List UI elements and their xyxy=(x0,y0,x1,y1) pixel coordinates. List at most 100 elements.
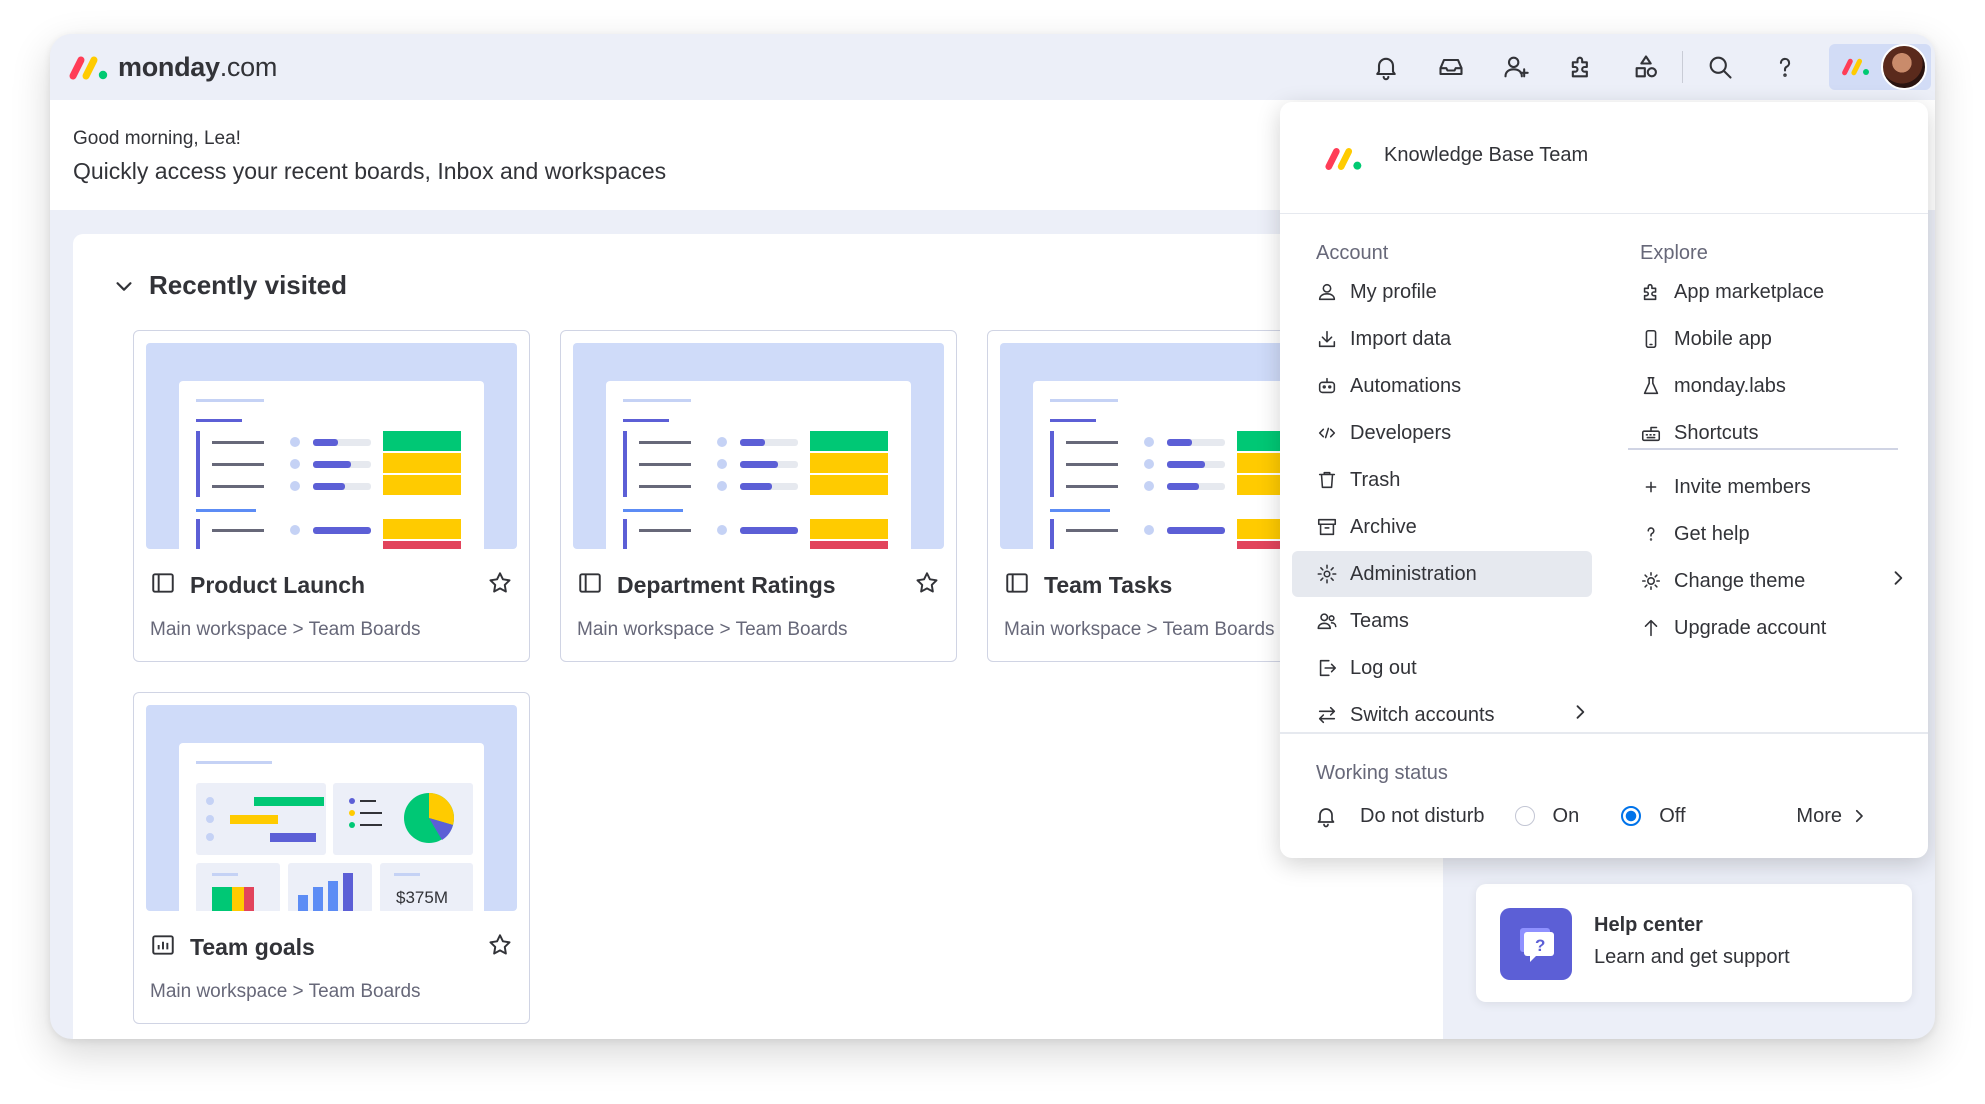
monday-logo[interactable]: monday.com xyxy=(68,52,277,83)
integrations-button[interactable] xyxy=(1548,34,1613,100)
dashboard-thumbnail: $375M xyxy=(146,705,517,911)
board-icon xyxy=(1004,570,1030,601)
help-center-icon: ? xyxy=(1500,908,1572,980)
menu-item-label: App marketplace xyxy=(1674,280,1825,303)
menu-item-label: My profile xyxy=(1350,280,1437,303)
menu-divider xyxy=(1280,732,1928,734)
team-icon xyxy=(1316,610,1350,632)
menu-item-automations[interactable]: Automations xyxy=(1304,363,1604,409)
card-path: Main workspace > Team Boards xyxy=(577,619,848,640)
monday-logo-icon xyxy=(69,56,108,79)
robot-icon xyxy=(1316,375,1350,397)
card-path: Main workspace > Team Boards xyxy=(150,619,421,640)
menu-item-trash[interactable]: Trash xyxy=(1304,457,1604,503)
working-status-row: Do not disturb On Off More xyxy=(1314,796,1904,836)
explore-section-title: Explore xyxy=(1640,242,1708,264)
board-icon xyxy=(577,570,603,601)
more-label: More xyxy=(1796,804,1842,827)
dashboard-preview-icon: $375M xyxy=(179,743,484,911)
apps-button[interactable] xyxy=(1613,34,1678,100)
menu-item-label: Mobile app xyxy=(1674,327,1772,350)
star-icon[interactable] xyxy=(487,932,513,963)
menu-item-label: Automations xyxy=(1350,374,1462,397)
dnd-off-label[interactable]: Off xyxy=(1659,805,1685,828)
code-icon xyxy=(1316,422,1350,444)
help-center-subtitle: Learn and get support xyxy=(1594,946,1790,968)
menu-item-upgrade-account[interactable]: Upgrade account xyxy=(1628,605,1908,651)
inbox-button[interactable] xyxy=(1418,34,1483,100)
greeting-subtitle: Quickly access your recent boards, Inbox… xyxy=(73,158,667,184)
notifications-button[interactable] xyxy=(1353,34,1418,100)
menu-item-mobile-app[interactable]: Mobile app xyxy=(1628,316,1908,362)
team-logo-icon xyxy=(1325,148,1362,170)
menu-item-label: Developers xyxy=(1350,421,1452,444)
trash-icon xyxy=(1316,469,1350,491)
app-window: monday.com Good morning, Lea! Quickly ac… xyxy=(50,34,1935,1039)
board-card[interactable]: Department Ratings Main workspace > Team… xyxy=(560,330,957,662)
menu-item-label: Get help xyxy=(1674,522,1750,545)
board-card[interactable]: Product Launch Main workspace > Team Boa… xyxy=(133,330,530,662)
recently-visited-header[interactable]: Recently visited xyxy=(113,270,347,301)
monday-small-logo-icon xyxy=(1842,58,1869,76)
add-user-icon xyxy=(1503,56,1529,78)
menu-item-change-theme[interactable]: Change theme xyxy=(1628,558,1908,604)
board-thumbnail xyxy=(146,343,517,549)
chevron-down-icon xyxy=(116,281,132,291)
dnd-off-radio[interactable] xyxy=(1621,806,1642,826)
board-card[interactable]: $375M Team goals Main workspace > Team B… xyxy=(133,692,530,1024)
menu-item-app-marketplace[interactable]: App marketplace xyxy=(1628,269,1908,315)
card-title-row: Department Ratings xyxy=(577,569,940,601)
menu-item-log-out[interactable]: Log out xyxy=(1304,645,1604,691)
bell-icon xyxy=(1317,808,1335,828)
account-section-title: Account xyxy=(1316,242,1389,264)
section-title: Recently visited xyxy=(149,270,347,300)
search-icon xyxy=(1709,56,1732,79)
board-preview-icon xyxy=(606,381,911,549)
account-menu-button[interactable] xyxy=(1829,44,1931,90)
menu-item-teams[interactable]: Teams xyxy=(1304,598,1604,644)
search-button[interactable] xyxy=(1687,34,1752,100)
menu-item-label: monday.labs xyxy=(1674,374,1786,397)
help-center-title: Help center xyxy=(1594,914,1703,936)
menu-item-monday-labs[interactable]: monday.labs xyxy=(1628,363,1908,409)
help-button[interactable] xyxy=(1752,34,1817,100)
menu-item-label: Upgrade account xyxy=(1674,616,1827,639)
archive-icon xyxy=(1316,516,1350,538)
arrow-up-icon xyxy=(1640,617,1674,639)
sun-icon xyxy=(1640,570,1674,592)
menu-item-administration[interactable]: Administration xyxy=(1292,551,1592,597)
menu-item-label: Invite members xyxy=(1674,475,1811,498)
card-title: Product Launch xyxy=(190,571,366,598)
board-icon xyxy=(150,570,176,601)
top-bar-divider xyxy=(1682,51,1683,83)
menu-item-get-help[interactable]: Get help xyxy=(1628,511,1908,557)
dnd-on-label[interactable]: On xyxy=(1553,805,1580,828)
card-title-row: Team goals xyxy=(150,931,513,963)
star-icon[interactable] xyxy=(487,570,513,601)
menu-item-archive[interactable]: Archive xyxy=(1304,504,1604,550)
star-icon[interactable] xyxy=(914,570,940,601)
main-panel: Recently visited Product Launch Main wor… xyxy=(73,234,1443,1039)
help-center-card[interactable]: ? Help center Learn and get support xyxy=(1476,884,1912,1002)
menu-item-import-data[interactable]: Import data xyxy=(1304,316,1604,362)
menu-item-my-profile[interactable]: My profile xyxy=(1304,269,1604,315)
more-button[interactable]: More xyxy=(1796,805,1868,828)
greeting-text: Good morning, Lea! xyxy=(73,128,241,149)
menu-item-label: Shortcuts xyxy=(1674,421,1759,444)
invite-button[interactable] xyxy=(1483,34,1548,100)
board-preview-icon xyxy=(179,381,484,549)
mobile-icon xyxy=(1640,328,1674,350)
dnd-on-radio[interactable] xyxy=(1514,806,1535,826)
menu-item-label: Change theme xyxy=(1674,569,1806,592)
menu-item-developers[interactable]: Developers xyxy=(1304,410,1604,456)
working-status-title: Working status xyxy=(1316,762,1448,784)
flask-icon xyxy=(1640,375,1674,397)
shapes-icon xyxy=(1635,55,1657,78)
board-thumbnail xyxy=(573,343,944,549)
menu-item-label: Archive xyxy=(1350,515,1417,538)
menu-item-label: Teams xyxy=(1350,609,1409,632)
puzzle-icon xyxy=(1571,56,1588,78)
bell-icon xyxy=(1375,57,1396,81)
chevron-right-icon xyxy=(1888,568,1908,594)
menu-item-invite-members[interactable]: Invite members xyxy=(1628,464,1908,510)
